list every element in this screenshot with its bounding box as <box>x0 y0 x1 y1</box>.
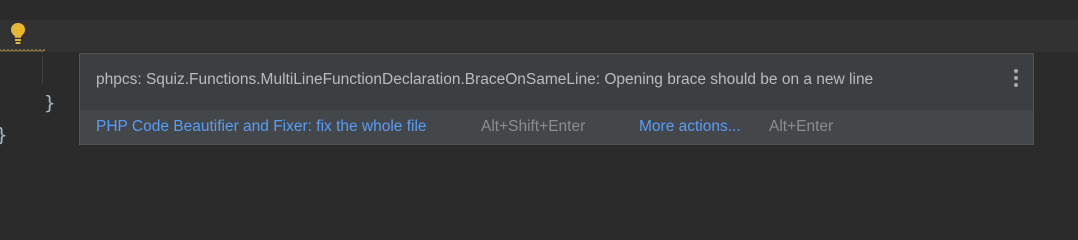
code-line-function-declaration[interactable]: public function test(){ <box>45 24 354 74</box>
inner-close-brace: } <box>44 92 56 114</box>
popup-actions-bar: PHP Code Beautifier and Fixer: fix the w… <box>80 110 1033 144</box>
inspection-message: phpcs: Squiz.Functions.MultiLineFunction… <box>96 71 874 88</box>
more-actions-link[interactable]: More actions... <box>639 118 741 136</box>
warning-underline <box>0 49 45 53</box>
fix-whole-file-link[interactable]: PHP Code Beautifier and Fixer: fix the w… <box>96 118 427 136</box>
fix-shortcut: Alt+Shift+Enter <box>481 118 586 135</box>
outer-close-brace: } <box>0 124 7 146</box>
lightbulb-icon[interactable] <box>10 22 26 46</box>
indent-guide <box>42 56 43 84</box>
more-actions-shortcut: Alt+Enter <box>769 118 834 135</box>
inspection-popup: phpcs: Squiz.Functions.MultiLineFunction… <box>79 53 1034 145</box>
more-options-icon[interactable] <box>1012 69 1020 89</box>
